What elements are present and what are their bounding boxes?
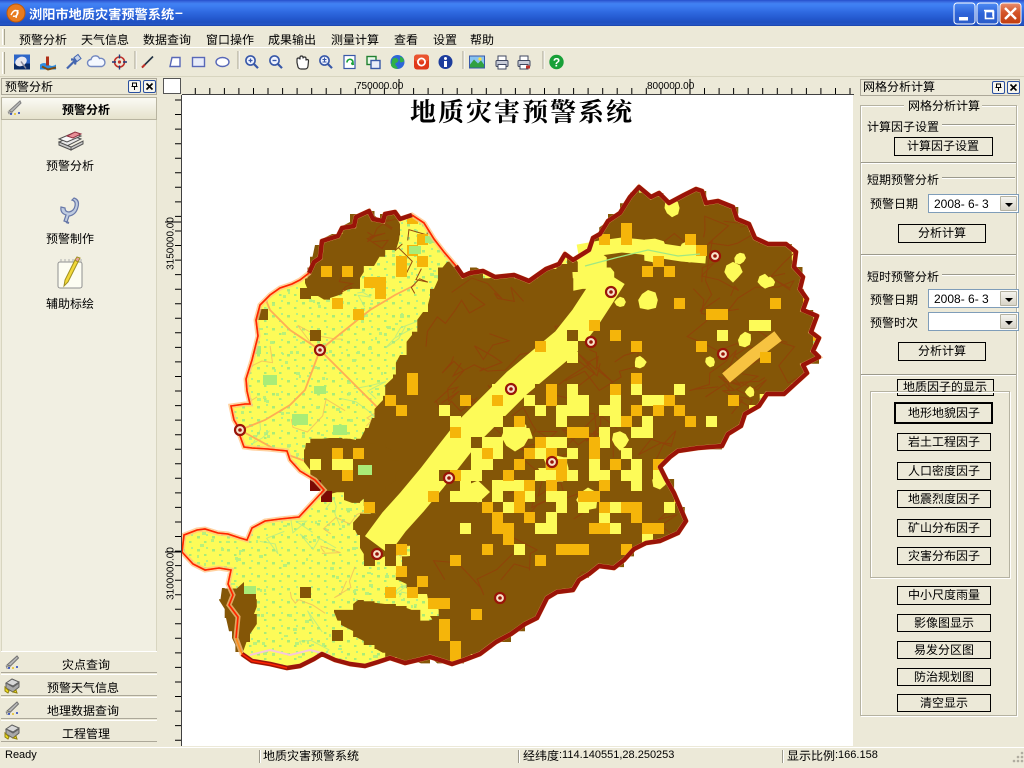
svg-text:?: ? bbox=[553, 56, 560, 70]
